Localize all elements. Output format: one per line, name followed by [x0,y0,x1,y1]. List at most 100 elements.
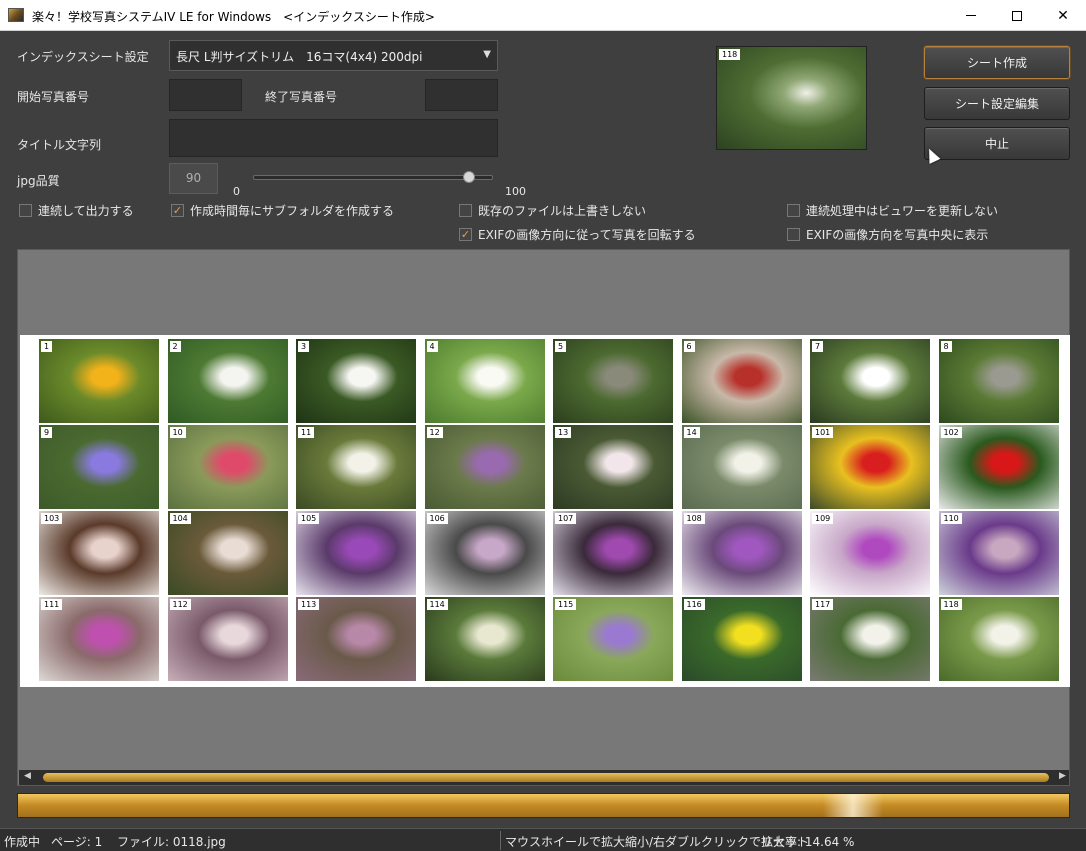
thumbnail-number: 116 [683,599,705,610]
status-file: ファイル: 0118.jpg [117,835,226,849]
exif-center-checkbox[interactable]: EXIFの画像方向を写真中央に表示 [787,226,988,243]
thumbnail-113: 113 [296,597,416,681]
edit-sheet-settings-button[interactable]: シート設定編集 [924,87,1070,120]
thumbnail-number: 2 [169,341,181,352]
current-photo-preview: 118 [716,46,867,150]
checkmark-icon: ✓ [459,228,472,241]
no-overwrite-checkbox[interactable]: 既存のファイルは上書きしない [459,202,646,219]
thumbnail-10: 10 [167,425,288,509]
horizontal-scrollbar[interactable]: ◀ ▶ [19,770,1069,785]
checkbox-icon [459,204,472,217]
status-separator [500,831,501,850]
status-state: 作成中 [4,835,41,849]
thumbnail-number: 14 [683,427,700,438]
status-bar: 作成中 ページ: 1 ファイル: 0118.jpg マウスホイールで拡大縮小/右… [0,828,1086,851]
start-photo-input[interactable] [169,79,242,111]
thumbnail-number: 12 [426,427,443,438]
checkbox-label: EXIFの画像方向に従って写真を回転する [478,228,696,242]
checkmark-icon: ✓ [171,204,184,217]
thumbnail-number: 111 [41,599,63,610]
end-photo-input[interactable] [425,79,498,111]
thumbnail-108: 108 [681,511,802,595]
thumbnail-number: 9 [41,427,53,438]
slider-max-label: 100 [505,185,526,198]
sheet-viewer[interactable]: 1 2 3 4 5 6 7 8 9 10 11 12 13 14 101 102 103 104 105 106 107… [17,249,1070,786]
thumbnail-number: 1 [41,341,53,352]
thumbnail-number: 110 [940,513,962,524]
thumbnail-number: 104 [169,513,191,524]
thumbnail-1: 1 [39,339,159,423]
thumbnail-number: 117 [812,599,834,610]
thumbnail-7: 7 [810,339,930,423]
no-viewer-update-checkbox[interactable]: 連続処理中はビュワーを更新しない [787,202,998,219]
jpg-quality-slider-track[interactable] [253,175,493,180]
slider-min-label: 0 [233,185,240,198]
thumbnail-11: 11 [296,425,416,509]
thumbnail-grid: 1 2 3 4 5 6 7 8 9 10 11 12 13 14 101 102 103 104 105 106 107… [39,339,1059,681]
exif-rotate-checkbox[interactable]: ✓ EXIFの画像方向に従って写真を回転する [459,226,696,243]
jpg-quality-label: jpg品質 [17,174,60,188]
thumbnail-number: 101 [812,427,834,438]
end-photo-label: 終了写真番号 [265,90,338,104]
thumbnail-number: 5 [555,341,567,352]
scroll-left-icon[interactable]: ◀ [24,771,31,781]
checkbox-icon [787,228,800,241]
window-title: 楽々！学校写真システムIV LE for Windows <インデックスシート作… [32,10,435,24]
scroll-right-icon[interactable]: ▶ [1059,771,1066,781]
thumbnail-105: 105 [296,511,416,595]
thumbnail-number: 11 [298,427,315,438]
app-icon [8,8,24,22]
cancel-button[interactable]: 中止 [924,127,1070,160]
thumbnail-6: 6 [681,339,802,423]
title-label: タイトル文字列 [17,138,102,152]
thumbnail-number: 113 [298,599,320,610]
thumbnail-109: 109 [810,511,930,595]
minimize-icon [966,15,976,16]
subfolder-checkbox[interactable]: ✓ 作成時間毎にサブフォルダを作成する [171,202,394,219]
title-input[interactable] [169,119,498,157]
thumbnail-13: 13 [553,425,673,509]
title-bar: 楽々！学校写真システムIV LE for Windows <インデックスシート作… [0,0,1086,31]
index-sheet: 1 2 3 4 5 6 7 8 9 10 11 12 13 14 101 102 103 104 105 106 107… [20,335,1070,687]
start-photo-label: 開始写真番号 [17,90,90,104]
thumbnail-number: 112 [169,599,191,610]
thumbnail-106: 106 [424,511,545,595]
thumbnail-107: 107 [553,511,673,595]
sheet-setting-select[interactable]: 長尺 L判サイズトリム 16コマ(4x4) 200dpi ▼ [169,40,498,71]
sheet-setting-value: 長尺 L判サイズトリム 16コマ(4x4) 200dpi [176,50,423,64]
thumbnail-number: 4 [426,341,438,352]
checkbox-icon [787,204,800,217]
thumbnail-14: 14 [681,425,802,509]
scrollbar-thumb[interactable] [43,773,1049,782]
checkbox-icon [19,204,32,217]
preview-number: 118 [719,49,741,60]
maximize-icon [1012,10,1022,21]
thumbnail-4: 4 [424,339,545,423]
thumbnail-104: 104 [167,511,288,595]
checkbox-label: 既存のファイルは上書きしない [478,204,647,218]
jpg-quality-slider-thumb[interactable] [463,171,475,183]
thumbnail-116: 116 [681,597,802,681]
thumbnail-5: 5 [553,339,673,423]
thumbnail-115: 115 [553,597,673,681]
checkbox-label: 作成時間毎にサブフォルダを作成する [190,204,395,218]
thumbnail-number: 109 [812,513,834,524]
status-page: ページ: 1 [51,835,103,849]
sheet-setting-label: インデックスシート設定 [17,50,149,64]
close-icon: ✕ [1057,7,1069,24]
thumbnail-number: 118 [940,599,962,610]
jpg-quality-field[interactable]: 90 [169,163,218,194]
thumbnail-8: 8 [938,339,1059,423]
minimize-button[interactable] [948,0,994,31]
status-zoom: 拡大率: 14.64 % [761,835,855,849]
progress-glow [823,794,883,817]
continuous-output-checkbox[interactable]: 連続して出力する [19,202,134,219]
create-sheet-button[interactable]: シート作成 [924,46,1070,79]
thumbnail-number: 3 [298,341,310,352]
progress-bar [17,793,1070,818]
thumbnail-118: 118 [938,597,1059,681]
close-button[interactable]: ✕ [1040,0,1086,31]
thumbnail-number: 114 [426,599,448,610]
thumbnail-number: 6 [683,341,695,352]
maximize-button[interactable] [994,0,1040,31]
